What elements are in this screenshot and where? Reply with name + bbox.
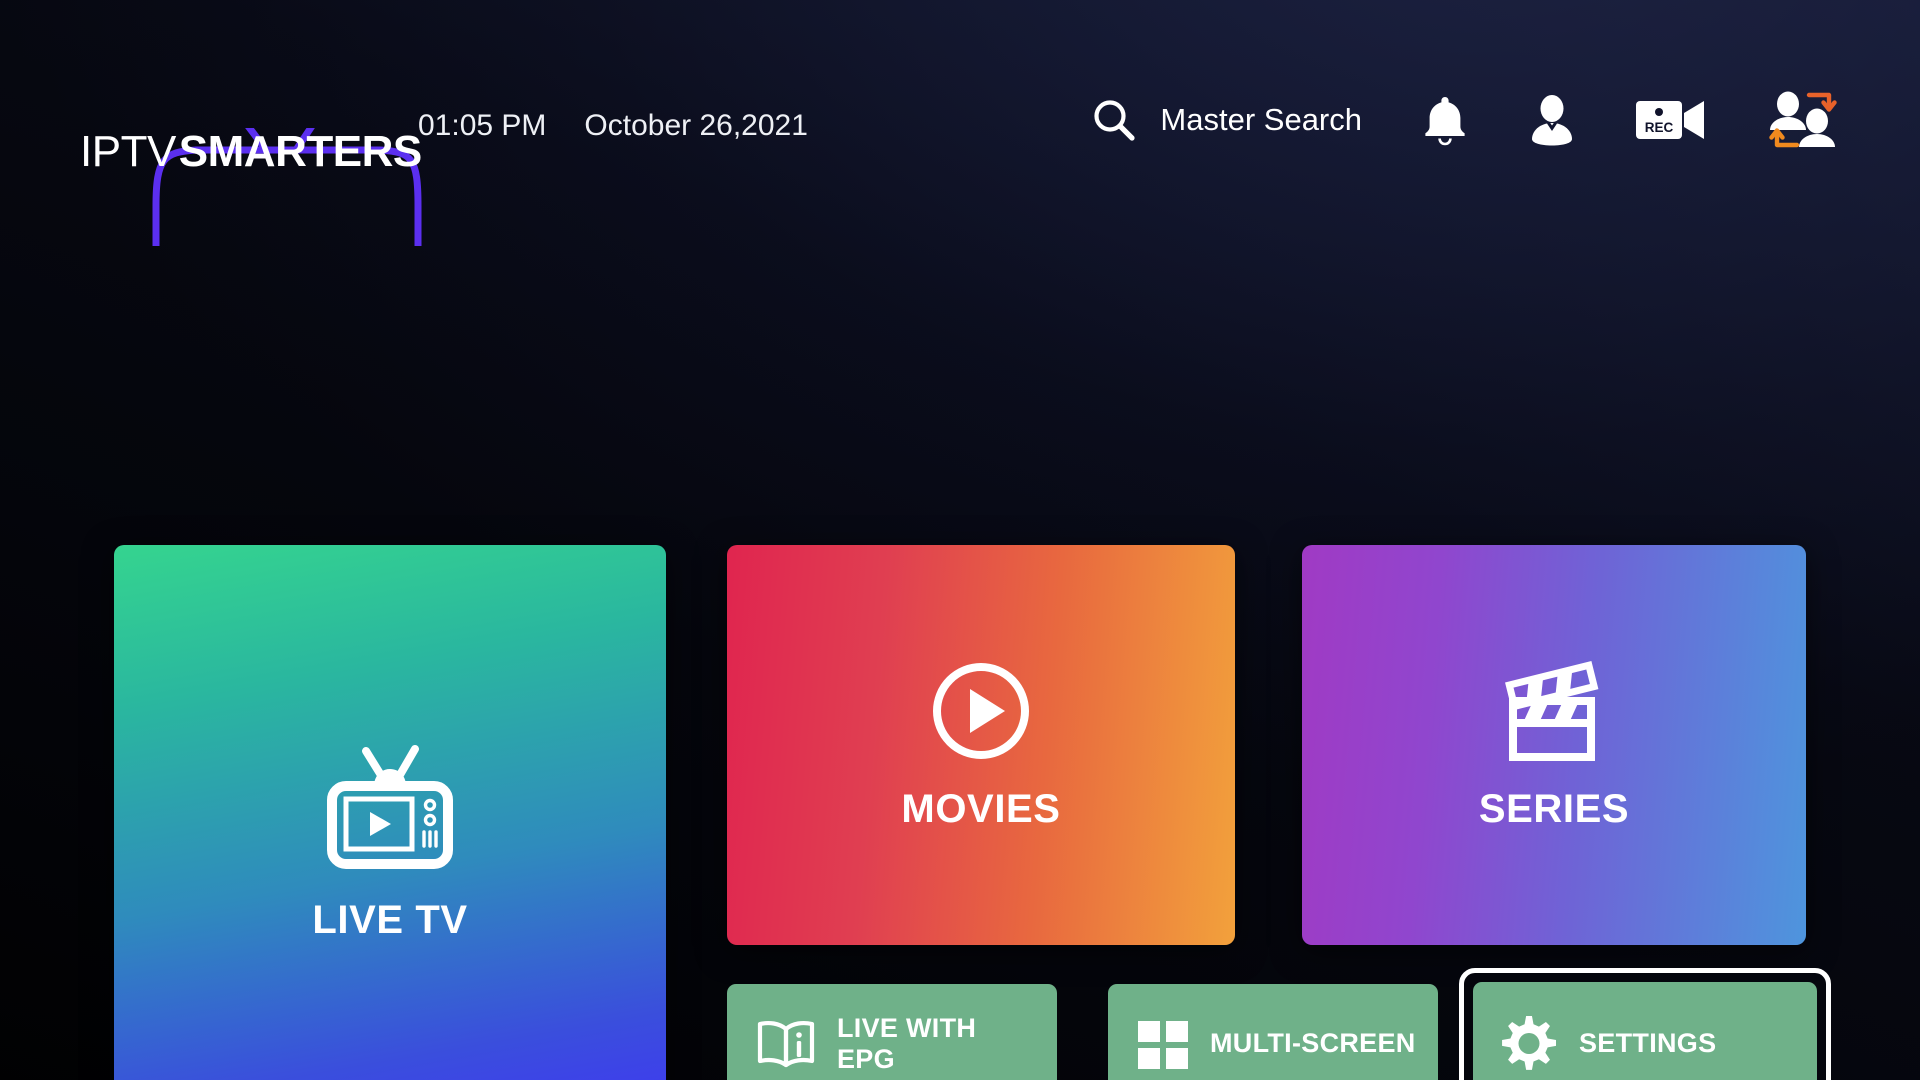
open-book-info-icon: [757, 1020, 815, 1068]
notifications-bell-icon: [1425, 97, 1465, 146]
logo-text-iptv: IPTV: [80, 126, 176, 176]
button-live-with-epg[interactable]: LIVE WITH EPG: [727, 984, 1057, 1080]
rec-camera-icon: REC: [1636, 101, 1704, 139]
app-root: IPTVSMARTERS 01:05 PM October 26,2021 Ma…: [0, 0, 1920, 1080]
app-header: IPTVSMARTERS 01:05 PM October 26,2021 Ma…: [0, 0, 1920, 246]
gear-icon: [1502, 1015, 1557, 1070]
button-settings-focus-ring: SETTINGS: [1459, 968, 1831, 1080]
menu-card-live-tv[interactable]: LIVE TV: [114, 545, 666, 1080]
button-settings-label: SETTINGS: [1579, 1028, 1717, 1059]
search-icon: [1094, 100, 1136, 141]
epg-label-line1: LIVE WITH: [837, 1012, 977, 1043]
menu-card-movies[interactable]: MOVIES: [727, 545, 1235, 945]
menu-card-live-tv-label: LIVE TV: [312, 897, 468, 942]
play-circle-icon: [933, 662, 1029, 759]
logo-text-smarters: SMARTERS: [178, 126, 422, 176]
rec-badge-text: REC: [1645, 120, 1674, 135]
notifications-button[interactable]: [1420, 93, 1470, 147]
header-actions: Master Search REC: [1090, 88, 1842, 152]
logo-wordmark: IPTVSMARTERS: [72, 126, 422, 178]
switch-user-button[interactable]: [1766, 88, 1842, 152]
master-search-label: Master Search: [1160, 102, 1362, 137]
epg-label-line2: EPG: [837, 1044, 895, 1074]
menu-card-series-label: SERIES: [1478, 786, 1630, 831]
header-datetime: 01:05 PM October 26,2021: [418, 109, 808, 143]
button-multi-screen-label: MULTI-SCREEN: [1210, 1028, 1416, 1059]
menu-card-series[interactable]: SERIES: [1302, 545, 1806, 945]
button-settings[interactable]: SETTINGS: [1473, 982, 1817, 1080]
switch-user-icon: [1769, 91, 1837, 148]
grid-four-icon: [1138, 1021, 1188, 1069]
user-account-button[interactable]: [1528, 93, 1576, 147]
clapperboard-icon: [1505, 660, 1599, 761]
button-multi-screen[interactable]: MULTI-SCREEN: [1108, 984, 1438, 1080]
master-search-button[interactable]: Master Search: [1090, 96, 1362, 144]
button-live-with-epg-label: LIVE WITH EPG: [837, 1013, 976, 1076]
app-logo: IPTVSMARTERS: [72, 68, 422, 246]
menu-card-movies-label: MOVIES: [901, 786, 1061, 831]
user-account-icon: [1532, 95, 1572, 146]
rec-camera-button[interactable]: REC: [1634, 95, 1708, 145]
retro-tv-icon: [327, 744, 453, 869]
current-date: October 26,2021: [584, 108, 808, 142]
